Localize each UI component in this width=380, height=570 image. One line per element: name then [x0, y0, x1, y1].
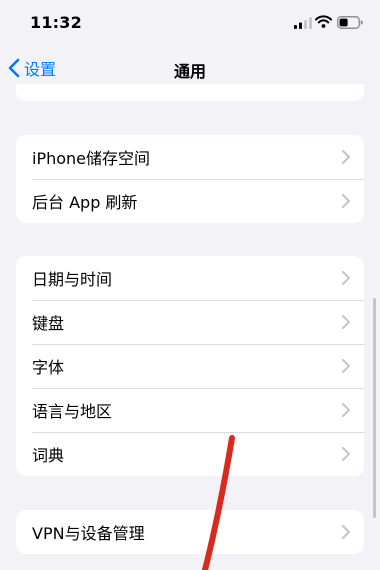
battery-icon — [337, 16, 363, 29]
row-label: 后台 App 刷新 — [32, 193, 138, 212]
row-keyboard[interactable]: 键盘 — [16, 300, 364, 344]
row-label: 键盘 — [32, 314, 65, 333]
scroll-indicator[interactable] — [373, 298, 376, 518]
row-label: 字体 — [32, 358, 65, 377]
wifi-icon — [315, 15, 332, 28]
chevron-right-icon — [342, 403, 350, 417]
row-fonts[interactable]: 字体 — [16, 344, 364, 388]
signal-icon — [294, 17, 312, 29]
settings-group-locale: 日期与时间 键盘 字体 语言与地区 词典 — [16, 256, 364, 476]
chevron-right-icon — [342, 359, 350, 373]
settings-group-vpn: VPN与设备管理 — [16, 510, 364, 554]
chevron-right-icon — [342, 271, 350, 285]
status-bar: 11:32 — [0, 0, 380, 46]
row-label: 词典 — [32, 446, 65, 465]
chevron-right-icon — [342, 150, 350, 164]
row-dictionary[interactable]: 词典 — [16, 432, 364, 476]
row-background-app-refresh[interactable]: 后台 App 刷新 — [16, 179, 364, 223]
settings-group-storage: iPhone储存空间 后台 App 刷新 — [16, 135, 364, 223]
chevron-right-icon — [342, 315, 350, 329]
status-time: 11:32 — [30, 13, 82, 32]
row-iphone-storage[interactable]: iPhone储存空间 — [16, 135, 364, 179]
row-label: 日期与时间 — [32, 270, 113, 289]
chevron-right-icon — [342, 447, 350, 461]
row-label: 语言与地区 — [32, 402, 113, 421]
row-vpn-device-management[interactable]: VPN与设备管理 — [16, 510, 364, 554]
chevron-right-icon — [342, 525, 350, 539]
page-title: 通用 — [173, 62, 206, 81]
chevron-right-icon — [342, 194, 350, 208]
settings-group-top — [16, 84, 364, 101]
row-language-region[interactable]: 语言与地区 — [16, 388, 364, 432]
row-label: VPN与设备管理 — [32, 524, 145, 543]
row-label: iPhone储存空间 — [32, 149, 151, 168]
row-date-time[interactable]: 日期与时间 — [16, 256, 364, 300]
